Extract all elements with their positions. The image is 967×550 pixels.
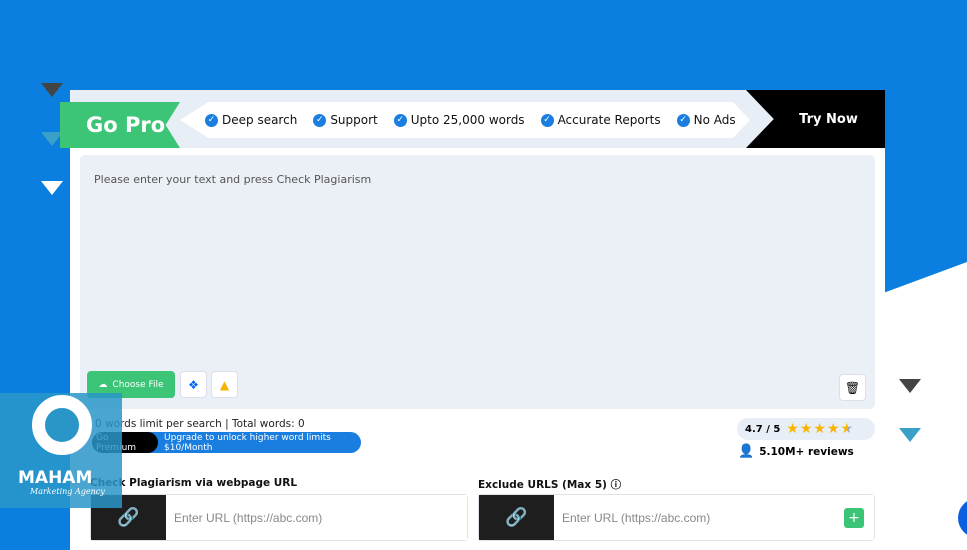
check-icon: ✓	[313, 113, 327, 127]
star-rating: ★★★★★	[786, 421, 855, 437]
triangle-decoration	[899, 379, 921, 393]
triangle-decoration	[899, 428, 921, 442]
google-drive-button[interactable]: ▲	[211, 371, 238, 398]
feature-item: ✓ Support	[313, 113, 378, 127]
go-pro-ribbon[interactable]: Go Pro	[60, 102, 180, 148]
rating-badge: 4.7 / 5 ★★★★★	[737, 418, 875, 440]
feature-item: ✓ Deep search	[205, 113, 297, 127]
check-icon: ✓	[393, 113, 407, 127]
exclude-url-field: 🔗 +	[478, 494, 875, 541]
check-icon: ✓	[540, 113, 554, 127]
triangle-decoration	[41, 132, 63, 146]
delete-button[interactable]: 🗑	[839, 374, 866, 401]
feature-item: ✓ No Ads	[676, 113, 736, 127]
reviews-count: 👤 5.10M+ reviews	[738, 444, 854, 459]
info-icon[interactable]: ⓘ	[611, 479, 622, 491]
feature-item: ✓ Upto 25,000 words	[393, 113, 525, 127]
triangle-decoration	[41, 83, 63, 97]
maham-logo: MAHAM Marketing Agency	[0, 393, 122, 508]
url-check-field: 🔗	[90, 494, 468, 541]
user-icon: 👤	[738, 444, 755, 459]
word-limit-text: 0 words limit per search | Total words: …	[95, 418, 305, 430]
dropbox-icon: ❖	[188, 377, 199, 392]
dropbox-button[interactable]: ❖	[180, 371, 207, 398]
link-icon: 🔗	[479, 495, 554, 540]
exclude-urls-label: Exclude URLS (Max 5) ⓘ	[478, 479, 622, 491]
plagiarism-checker-card: Go Pro ✓ Deep search ✓ Support ✓ Upto 25,00…	[60, 90, 885, 550]
triangle-decoration	[41, 181, 63, 195]
check-icon: ✓	[205, 113, 218, 127]
premium-bar[interactable]: Go PremiumUpgrade to unlock higher word …	[92, 432, 361, 453]
feature-list: ✓ Deep search ✓ Support ✓ Upto 25,000 words…	[180, 102, 750, 138]
feature-item: ✓ Accurate Reports	[540, 113, 661, 127]
trash-icon: 🗑	[844, 380, 861, 395]
add-url-button[interactable]: +	[844, 508, 864, 528]
cloud-upload-icon: ☁	[98, 379, 108, 390]
google-drive-icon: ▲	[219, 377, 230, 392]
check-icon: ✓	[676, 113, 690, 127]
url-input[interactable]	[166, 495, 467, 540]
exclude-url-input[interactable]	[554, 495, 874, 540]
upgrade-text: Upgrade to unlock higher word limits $10…	[164, 432, 331, 453]
